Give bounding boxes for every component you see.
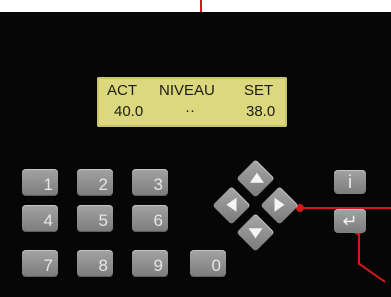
nav-right-button[interactable] [260,186,299,225]
right-arrow-icon [274,197,285,212]
key-3-label: 3 [153,175,163,194]
lcd-value-actual: 40.0 [114,103,144,120]
indicator-line-top [200,0,202,12]
key-9-label: 9 [153,256,163,275]
down-arrow-icon [248,228,263,239]
indicator-line-enter [358,232,360,264]
key-8[interactable]: 8 [77,250,113,277]
key-6[interactable]: 6 [132,205,168,232]
key-5[interactable]: 5 [77,205,113,232]
key-3[interactable]: 3 [132,169,168,196]
key-5-label: 5 [98,211,108,230]
lcd-value-setpoint: 38.0 [246,103,276,120]
key-1[interactable]: 1 [22,169,58,196]
info-icon: i [348,172,352,192]
lcd-value-level: ·· [185,102,195,119]
key-8-label: 8 [98,256,108,275]
key-7[interactable]: 7 [22,250,58,277]
key-4-label: 4 [43,211,53,230]
enter-button[interactable]: ↵ [334,209,366,233]
enter-icon: ↵ [342,211,358,231]
key-6-label: 6 [153,211,163,230]
nav-down-button[interactable] [236,213,275,252]
info-button[interactable]: i [334,170,366,194]
key-2-label: 2 [98,175,108,194]
key-2[interactable]: 2 [77,169,113,196]
key-7-label: 7 [43,256,53,275]
lcd-header-set: SET [244,82,274,99]
lcd-display: ACT NIVEAU SET 40.0 ·· 38.0 [97,77,287,127]
lcd-header-niveau: NIVEAU [159,82,215,99]
nav-pad [206,158,306,258]
lcd-header-act: ACT [107,82,137,99]
nav-left-button[interactable] [212,186,251,225]
key-0-label: 0 [211,256,221,275]
up-arrow-icon [249,172,264,183]
nav-up-button[interactable] [236,159,275,198]
key-9[interactable]: 9 [132,250,168,277]
key-4[interactable]: 4 [22,205,58,232]
left-arrow-icon [226,197,237,212]
key-1-label: 1 [43,175,53,194]
